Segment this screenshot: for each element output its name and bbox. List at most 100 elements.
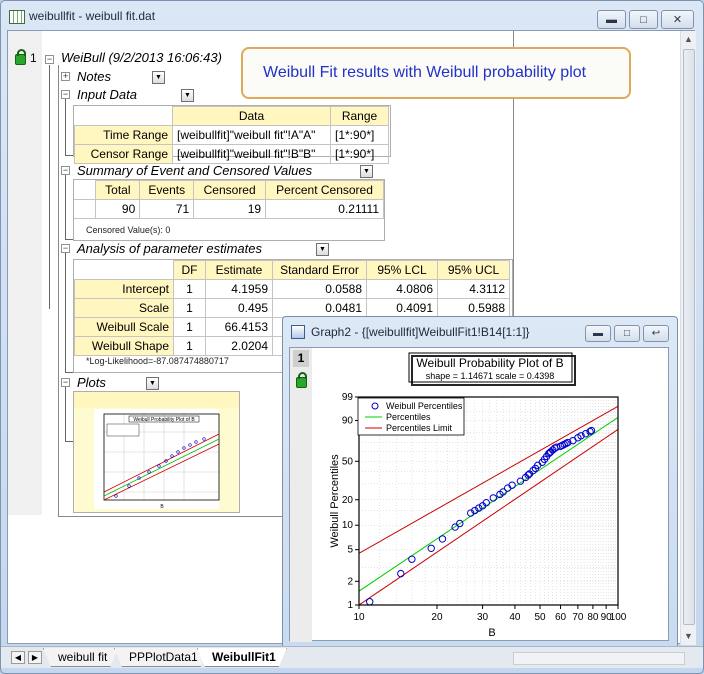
data-point xyxy=(427,544,435,553)
intercept-95-lcl[interactable]: 4.0806 xyxy=(366,279,438,299)
y-tick-label: 50 xyxy=(342,456,354,467)
thumbnail-title: Weibull Probability Plot of B xyxy=(133,417,195,423)
log-likelihood-note: *Log-Likelihood=-87.087474880717 xyxy=(86,356,229,366)
tab-weibull-fit[interactable]: weibull fit xyxy=(43,648,118,667)
minimize-button[interactable]: ▬ xyxy=(597,10,626,29)
scale-estimate[interactable]: 0.495 xyxy=(205,298,273,318)
total-value[interactable]: 90 xyxy=(95,199,141,219)
weibull-scale-df[interactable]: 1 xyxy=(173,317,206,337)
x-tick-label: 10 xyxy=(353,612,365,623)
notes-dropdown-button[interactable]: ▼ xyxy=(152,71,165,84)
scroll-up-arrow-icon[interactable]: ▲ xyxy=(684,34,693,44)
notes-node[interactable]: Notes xyxy=(77,69,111,84)
events-value[interactable]: 71 xyxy=(139,199,195,219)
summary-dropdown-button[interactable]: ▼ xyxy=(360,165,373,178)
collapse-root-button[interactable]: − xyxy=(45,55,54,64)
collapse-plots-button[interactable]: − xyxy=(61,378,70,387)
collapse-summary-button[interactable]: − xyxy=(61,166,70,175)
summary-node[interactable]: Summary of Event and Censored Values xyxy=(77,163,312,178)
lock-icon[interactable] xyxy=(15,49,26,65)
header-censored: Censored xyxy=(193,180,267,200)
title-bar[interactable]: weibullfit - weibull fit.dat ▬ □ ✕ xyxy=(1,1,703,29)
plots-dropdown-button[interactable]: ▼ xyxy=(146,377,159,390)
row-label-scale: Scale xyxy=(74,298,174,318)
plot-thumbnail[interactable]: Weibull Probability Plot of B B xyxy=(73,391,240,513)
vertical-scrollbar[interactable]: ▲ ▼ xyxy=(680,31,696,645)
weibull-probability-plot[interactable]: Weibull Probability Plot of B shape = 1.… xyxy=(312,348,668,642)
scale-standard-error[interactable]: 0.0481 xyxy=(272,298,367,318)
intercept-95-ucl[interactable]: 4.3112 xyxy=(437,279,510,299)
header-95-ucl: 95% UCL xyxy=(437,260,510,280)
y-tick-label: 10 xyxy=(342,520,354,531)
maximize-button[interactable]: □ xyxy=(629,10,658,29)
censor-range-data-cell[interactable]: [weibullfit]"weibull fit"!B"B" xyxy=(172,144,331,164)
weibull-shape-estimate[interactable]: 2.0204 xyxy=(205,336,273,356)
weibull-scale-estimate[interactable]: 66.4153 xyxy=(205,317,273,337)
censored-values-note: Censored Value(s): 0 xyxy=(86,225,171,235)
x-tick-label: 50 xyxy=(534,612,546,623)
tab-prev-arrow-icon[interactable]: ◀ xyxy=(11,651,25,664)
collapse-analysis-button[interactable]: − xyxy=(61,244,70,253)
input-data-node[interactable]: Input Data xyxy=(77,87,137,102)
graph-window-title: Graph2 - {[weibullfit]WeibullFit1!B14[1:… xyxy=(311,325,530,339)
y-tick-label: 1 xyxy=(347,600,353,611)
legend-percentiles: Percentiles xyxy=(386,412,431,422)
graph-lock-icon[interactable] xyxy=(296,372,307,388)
scroll-down-arrow-icon[interactable]: ▼ xyxy=(684,631,693,641)
header-events: Events xyxy=(139,180,195,200)
scale-95-ucl[interactable]: 0.5988 xyxy=(437,298,510,318)
intercept-df[interactable]: 1 xyxy=(173,279,206,299)
tab-ppplotdata1[interactable]: PPPlotData1 xyxy=(114,648,209,667)
row-label-time-range: Time Range xyxy=(74,125,173,145)
layer-1-button[interactable]: 1 xyxy=(293,350,309,367)
tab-next-arrow-icon[interactable]: ▶ xyxy=(28,651,42,664)
x-tick-label: 80 xyxy=(587,612,599,623)
row-label-intercept: Intercept xyxy=(74,279,174,299)
collapse-input-data-button[interactable]: − xyxy=(61,90,70,99)
root-node-label: WeiBull (9/2/2013 16:06:43) xyxy=(61,50,222,65)
scale-df[interactable]: 1 xyxy=(173,298,206,318)
graph-restore-button[interactable]: ↩ xyxy=(643,325,669,342)
time-range-range-cell[interactable]: [1*:90*] xyxy=(330,125,389,145)
x-axis-label: B xyxy=(488,627,495,639)
tab-weibullfit1[interactable]: WeibullFit1 xyxy=(197,648,287,667)
window-title: weibullfit - weibull fit.dat xyxy=(29,9,156,23)
percent-censored-value[interactable]: 0.21111 xyxy=(265,199,384,219)
row-label-censor-range: Censor Range xyxy=(74,144,173,164)
plot-legend: Weibull Percentiles Percentiles Percenti… xyxy=(357,397,465,436)
header-standard-error: Standard Error xyxy=(272,260,367,280)
time-range-data-cell[interactable]: [weibullfit]"weibull fit"!A"A" xyxy=(172,125,331,145)
summary-section: Total Events Censored Percent Censored 9… xyxy=(73,179,385,241)
data-point xyxy=(366,598,374,606)
input-data-dropdown-button[interactable]: ▼ xyxy=(181,89,194,102)
close-button[interactable]: ✕ xyxy=(661,10,694,29)
weibull-shape-df[interactable]: 1 xyxy=(173,336,206,356)
intercept-estimate[interactable]: 4.1959 xyxy=(205,279,273,299)
y-tick-label: 2 xyxy=(347,576,353,587)
horizontal-scrollbar[interactable] xyxy=(513,652,685,665)
row-label-weibull-scale: Weibull Scale xyxy=(74,317,174,337)
plots-node[interactable]: Plots xyxy=(77,375,106,390)
sheet-tab-bar: ◀ ▶ weibull fit PPPlotData1 WeibullFit1 xyxy=(1,646,703,668)
analysis-node[interactable]: Analysis of parameter estimates xyxy=(77,241,262,256)
graph-minimize-button[interactable]: ▬ xyxy=(585,325,611,342)
y-tick-label: 5 xyxy=(347,545,353,556)
layer-bar: 1 xyxy=(290,348,312,642)
censor-range-range-cell[interactable]: [1*:90*] xyxy=(330,144,389,164)
vertical-scroll-thumb[interactable] xyxy=(683,49,695,625)
graph-maximize-button[interactable]: □ xyxy=(614,325,640,342)
data-point xyxy=(489,494,497,502)
x-tick-label: 30 xyxy=(477,612,489,623)
percentiles-limit-line xyxy=(359,429,618,605)
expand-notes-button[interactable]: + xyxy=(61,72,70,81)
workbook-icon xyxy=(9,10,25,24)
graph-window: Graph2 - {[weibullfit]WeibullFit1!B14[1:… xyxy=(282,316,678,650)
scale-95-lcl[interactable]: 0.4091 xyxy=(366,298,438,318)
censored-value[interactable]: 19 xyxy=(193,199,267,219)
x-tick-label: 60 xyxy=(555,612,567,623)
header-df: DF xyxy=(173,260,206,280)
x-tick-label: 20 xyxy=(431,612,443,623)
intercept-standard-error[interactable]: 0.0588 xyxy=(272,279,367,299)
analysis-dropdown-button[interactable]: ▼ xyxy=(316,243,329,256)
y-axis-label: Weibull Percentiles xyxy=(329,454,341,548)
